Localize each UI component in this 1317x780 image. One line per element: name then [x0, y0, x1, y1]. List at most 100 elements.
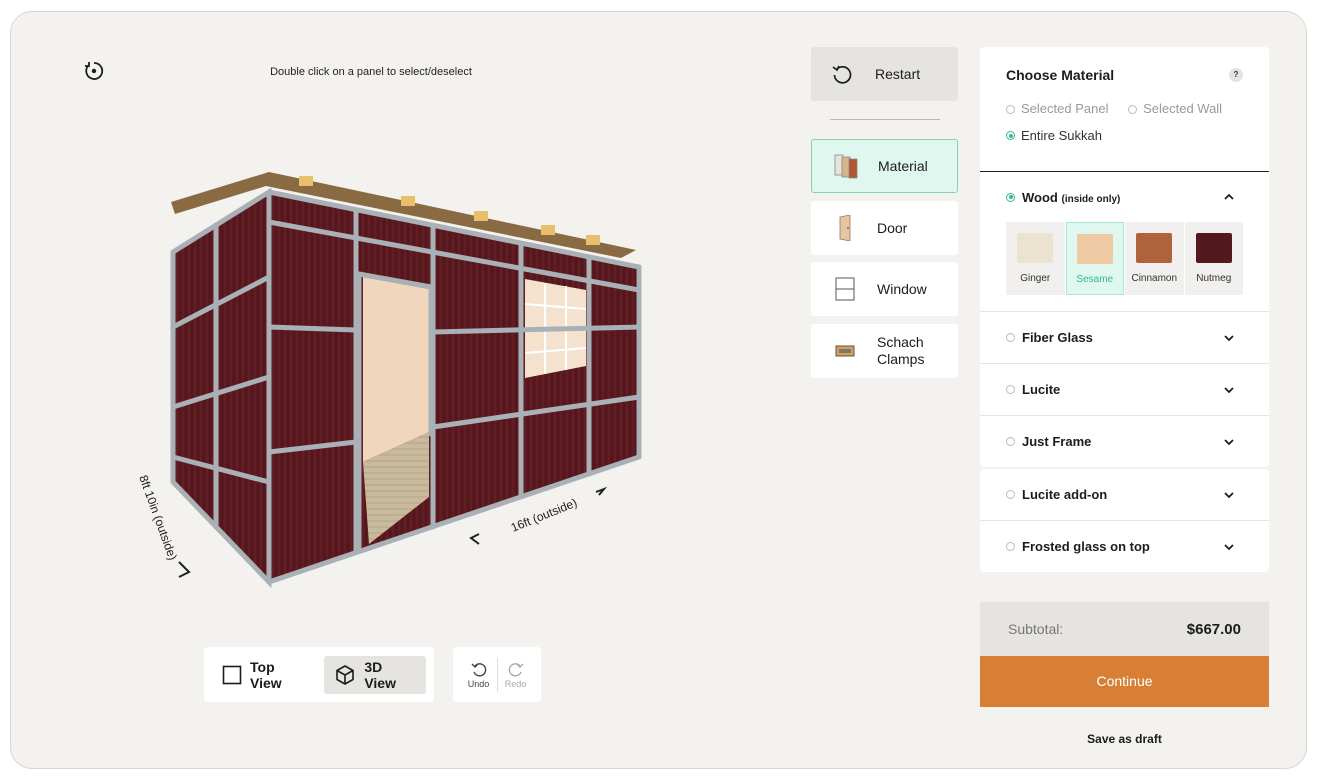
undo-label: Undo [467, 678, 490, 689]
addon-frosted-glass-header[interactable]: Frosted glass on top [980, 521, 1269, 572]
radio-icon [1006, 542, 1015, 551]
help-icon[interactable]: ? [1229, 68, 1243, 82]
material-lucite-label: Lucite [1022, 382, 1061, 397]
restart-label: Restart [875, 66, 921, 82]
swatch-ginger[interactable]: Ginger [1006, 222, 1065, 295]
addon-lucite-label: Lucite add-on [1022, 487, 1108, 502]
door-icon [833, 215, 857, 241]
door-opening[interactable] [363, 277, 429, 462]
material-just-frame-header[interactable]: Just Frame [980, 416, 1269, 467]
swatch-sesame-chip [1076, 234, 1113, 264]
radio-selected-icon [1006, 192, 1015, 202]
material-just-frame: Just Frame [980, 416, 1269, 467]
chevron-up-icon [1224, 193, 1234, 200]
dimension-width: 8ft 10in (outside) [136, 473, 180, 562]
subtotal-bar: Subtotal: $667.00 [980, 602, 1269, 656]
material-panel: Choose Material ? Selected Panel Selecte… [980, 47, 1269, 467]
tool-schach-label: Schach Clamps [877, 334, 924, 368]
square-icon [222, 665, 242, 684]
material-just-frame-label: Just Frame [1022, 434, 1092, 449]
material-fiber-glass-header[interactable]: Fiber Glass [980, 312, 1269, 363]
swatch-cinnamon-label: Cinnamon [1131, 273, 1178, 284]
swatch-ginger-label: Ginger [1020, 273, 1051, 284]
material-fiber-glass: Fiber Glass [980, 312, 1269, 364]
sukkah-3d-view[interactable]: 8ft 10in (outside) 16ft (outside) [101, 152, 701, 612]
chevron-down-icon [1224, 543, 1234, 550]
scope-entire-sukkah[interactable]: Entire Sukkah [1006, 123, 1102, 149]
subtotal-label: Subtotal: [1008, 621, 1064, 637]
top-view-label: Top View [250, 658, 282, 691]
redo-button[interactable]: Redo [498, 661, 534, 689]
material-lucite: Lucite [980, 364, 1269, 416]
rotate-icon[interactable] [83, 60, 105, 82]
scope-selected-wall-label: Selected Wall [1143, 101, 1223, 116]
redo-label: Redo [504, 678, 527, 689]
viewer-hint: Double click on a panel to select/desele… [270, 66, 472, 78]
undo-button[interactable]: Undo [461, 661, 497, 689]
swatch-nutmeg[interactable]: Nutmeg [1184, 222, 1244, 295]
radio-icon [1006, 490, 1015, 499]
swatch-nutmeg-chip [1195, 233, 1232, 263]
continue-button[interactable]: Continue [980, 656, 1269, 707]
swatch-cinnamon-chip [1136, 233, 1173, 263]
save-draft-link[interactable]: Save as draft [980, 732, 1269, 746]
restart-icon [832, 65, 852, 84]
scope-entire-sukkah-label: Entire Sukkah [1021, 127, 1102, 143]
addon-frosted-glass-label: Frosted glass on top [1022, 539, 1150, 554]
addons-panel: Lucite add-on Frosted glass on top [980, 469, 1269, 572]
swatch-sesame[interactable]: Sesame [1065, 222, 1125, 295]
undo-icon [471, 662, 486, 677]
clamp-icon [833, 344, 857, 358]
material-wood-header[interactable]: Wood (inside only) [980, 172, 1269, 222]
tool-window-label: Window [877, 280, 927, 297]
wood-swatches: Ginger Sesame Cinnamon Nutmeg [980, 222, 1269, 311]
cube-icon [336, 664, 355, 685]
subtotal-value: $667.00 [1186, 620, 1241, 638]
tool-window[interactable]: Window [811, 262, 958, 316]
chevron-down-icon [1224, 334, 1234, 341]
tool-schach-clamps[interactable]: Schach Clamps [811, 324, 958, 378]
scope-selected-panel[interactable]: Selected Panel [1006, 96, 1108, 122]
addon-frosted-glass: Frosted glass on top [980, 521, 1269, 572]
material-fiber-glass-label: Fiber Glass [1022, 330, 1093, 345]
scope-selected-panel-label: Selected Panel [1021, 101, 1109, 116]
radio-icon [1006, 333, 1015, 342]
tool-schach-line2: Clamps [877, 351, 925, 367]
radio-selected-icon [1006, 131, 1015, 140]
tool-material-label: Material [878, 157, 928, 174]
choose-material-title: Choose Material [1006, 67, 1115, 83]
tool-material[interactable]: Material [811, 139, 958, 193]
restart-button[interactable]: Restart [811, 47, 958, 101]
chevron-down-icon [1224, 438, 1234, 445]
3d-view-button[interactable]: 3D View [324, 655, 426, 694]
tool-door[interactable]: Door [811, 201, 958, 255]
side-wall[interactable] [173, 192, 269, 582]
material-scope: Choose Material ? Selected Panel Selecte… [980, 47, 1269, 172]
material-lucite-header[interactable]: Lucite [980, 364, 1269, 415]
swatch-cinnamon[interactable]: Cinnamon [1125, 222, 1184, 295]
addon-lucite-header[interactable]: Lucite add-on [980, 469, 1269, 520]
tool-door-label: Door [877, 219, 908, 236]
app-frame: Double click on a panel to select/desele… [10, 11, 1307, 769]
top-view-button[interactable]: Top View [212, 656, 318, 694]
radio-icon [1006, 104, 1015, 114]
scope-selected-wall[interactable]: Selected Wall [1128, 96, 1222, 122]
view-toggle: Top View 3D View [204, 647, 434, 702]
addon-lucite: Lucite add-on [980, 469, 1269, 521]
swatch-nutmeg-label: Nutmeg [1196, 273, 1232, 284]
tools-divider [830, 119, 940, 120]
radio-icon [1006, 385, 1015, 394]
swatch-ginger-chip [1017, 233, 1054, 263]
chevron-down-icon [1224, 386, 1234, 393]
front-wall[interactable] [269, 192, 639, 582]
tool-schach-line1: Schach [877, 334, 924, 350]
material-icon [834, 153, 858, 179]
history-controls: Undo Redo [453, 647, 541, 702]
material-wood: Wood (inside only) Ginger Sesame Cinnamo… [980, 172, 1269, 312]
material-wood-note: (inside only) [1061, 193, 1121, 205]
window-icon [833, 277, 857, 301]
material-wood-label: Wood [1022, 189, 1058, 205]
dimension-length: 16ft (outside) [509, 496, 579, 535]
swatch-sesame-label: Sesame [1076, 274, 1114, 285]
chevron-down-icon [1224, 491, 1234, 498]
